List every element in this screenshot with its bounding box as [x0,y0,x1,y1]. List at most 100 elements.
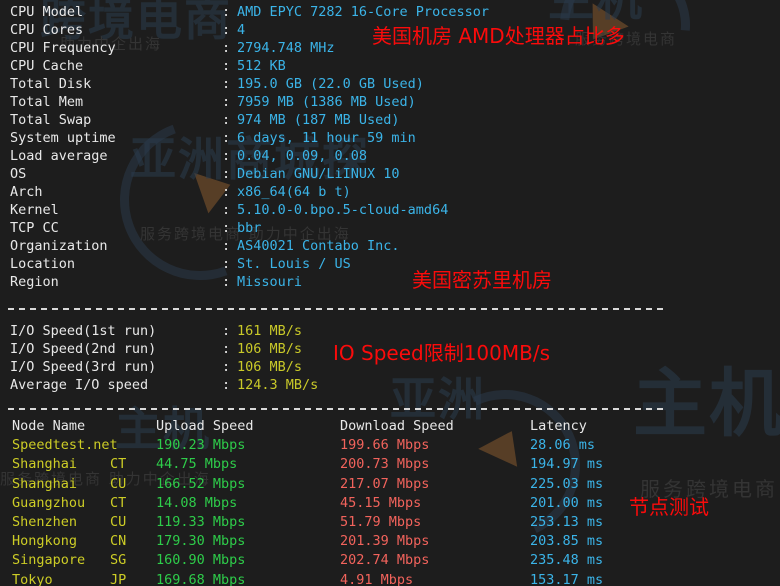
info-row: Kernel:5.10.0-0.bpo.5-cloud-amd64 [0,201,780,219]
cell-upload-speed: 166.52 Mbps [156,475,246,492]
cell-isp: CU [110,475,127,492]
cell-download-speed: 217.07 Mbps [340,475,430,492]
cell-isp: JP [110,571,127,586]
cell-node-name: Singapore [12,552,86,569]
info-row: System uptime:6 days, 11 hour 59 min [0,129,780,147]
cell-isp: CN [110,533,127,550]
io-key: I/O Speed(1st run) [10,323,157,339]
table-row: Singapore SG 160.90 Mbps 202.74 Mbps 235.48 … [0,551,780,569]
info-key: Load average [10,148,108,164]
info-value: x86_64(64 b t) [237,184,351,200]
speedtest-header-row: Node Name Upload Speed Download Speed Laten… [0,417,780,435]
info-value: 7959 MB (1386 MB Used) [237,94,416,110]
info-colon: : [222,112,231,128]
info-value: 974 MB (187 MB Used) [237,112,400,128]
info-row: Organization: AS40021 Contabo Inc. [0,237,780,255]
cell-node-name: Speedtest.net [12,437,118,454]
cell-upload-speed: 119.33 Mbps [156,514,246,530]
info-value: 6 days, 11 hour 59 min [237,130,416,146]
cell-upload-speed: 44.75 Mbps [156,456,238,473]
info-key: CPU Cache [10,58,84,74]
cell-download-speed: 45.15 Mbps [340,494,422,511]
info-colon: : [222,220,231,236]
io-colon: : [222,359,231,375]
io-colon: : [222,341,231,357]
cell-upload-speed: 190.23 Mbps [156,437,246,454]
cell-upload-speed: 179.30 Mbps [156,533,246,550]
cell-download-speed: 51.79 Mbps [340,514,422,530]
column-header-node: Node Name [12,418,86,434]
io-key: I/O Speed(3rd run) [10,359,157,375]
info-row: Total Swap:974 MB (187 MB Used) [0,111,780,129]
cell-download-speed: 202.74 Mbps [340,552,430,569]
info-row: OS: Debian GNU/LiINUX 10 [0,165,780,183]
cell-isp: CT [110,456,127,473]
info-value: 195.0 GB (22.0 GB Used) [237,76,424,92]
cell-latency: 28.06 ms [530,437,596,454]
cell-upload-speed: 14.08 Mbps [156,494,238,511]
info-value: AS40021 Contabo Inc. [237,238,400,254]
io-row: Average I/O speed:124.3 MB/s [0,376,780,394]
io-key: Average I/O speed [10,377,149,393]
column-header-latency: Latency [530,418,587,434]
cell-latency: 194.97 ms [530,456,604,473]
info-value: AMD EPYC 7282 16-Core Processor [237,4,489,20]
red-annotation: 美国机房 AMD处理器占比多 [372,24,625,48]
info-key: Total Disk [10,76,92,92]
info-colon: : [222,22,231,38]
info-key: Kernel [10,202,59,218]
io-colon: : [222,377,231,393]
cell-isp: CU [110,514,127,530]
info-value: 5.10.0-0.bpo.5-cloud-amd64 [237,202,449,218]
info-key: System uptime [10,130,116,146]
cell-node-name: Hongkong [12,533,78,550]
info-key: Organization [10,238,108,254]
cell-download-speed: 199.66 Mbps [340,437,430,454]
io-colon: : [222,323,231,339]
info-colon: : [222,94,231,110]
info-colon: : [222,58,231,74]
cell-node-name: Guangzhou [12,494,86,511]
info-row: CPU Model: AMD EPYC 7282 16-Core Processo… [0,3,780,21]
info-value: 0.04, 0.09, 0.08 [237,148,368,164]
column-header-upload: Upload Speed [156,418,254,434]
info-value: bbr [237,220,262,236]
cell-isp: SG [110,552,127,569]
info-value: 4 [237,22,246,38]
info-colon: : [222,166,231,182]
info-colon: : [222,202,231,218]
cell-download-speed: 4.91 Mbps [340,571,414,586]
terminal-screenshot: 主机服务跨境电商亚洲商城探服务跨境电商 助力中企出海主机服务跨境电商跨境电商助力… [0,0,780,586]
info-key: OS [10,166,27,182]
cell-download-speed: 200.73 Mbps [340,456,430,473]
info-colon: : [222,184,231,200]
io-row: I/O Speed(1st run):161 MB/s [0,322,780,340]
info-row: Total Disk:195.0 GB (22.0 GB Used) [0,75,780,93]
io-value: 106 MB/s [237,341,303,357]
cell-node-name: Tokyo [12,571,53,586]
cell-upload-speed: 160.90 Mbps [156,552,246,569]
info-row: Location: St. Louis / US [0,255,780,273]
info-row: TCP CC: bbr [0,219,780,237]
table-row: Shanghai CT 44.75 Mbps 200.73 Mbps 194.97 ms [0,455,780,473]
info-key: Region [10,274,59,290]
cell-download-speed: 201.39 Mbps [340,533,430,550]
info-value: 512 KB [237,58,286,74]
info-key: Total Swap [10,112,92,128]
info-colon: : [222,256,231,272]
io-value: 106 MB/s [237,359,303,375]
cell-node-name: Shanghai [12,475,78,492]
cell-latency: 225.03 ms [530,475,604,492]
info-colon: : [222,274,231,290]
cell-node-name: Shanghai [12,456,78,473]
info-key: CPU Frequency [10,40,116,56]
info-key: Total Mem [10,94,84,110]
cell-latency: 253.13 ms [530,514,604,530]
info-key: TCP CC [10,220,59,236]
cell-latency: 235.48 ms [530,552,604,569]
io-value: 161 MB/s [237,323,303,339]
info-value: 2794.748 MHz [237,40,335,56]
cell-upload-speed: 169.68 Mbps [156,571,246,586]
info-value: Missouri [237,274,303,290]
red-annotation: IO Speed限制100MB/s [333,341,551,365]
